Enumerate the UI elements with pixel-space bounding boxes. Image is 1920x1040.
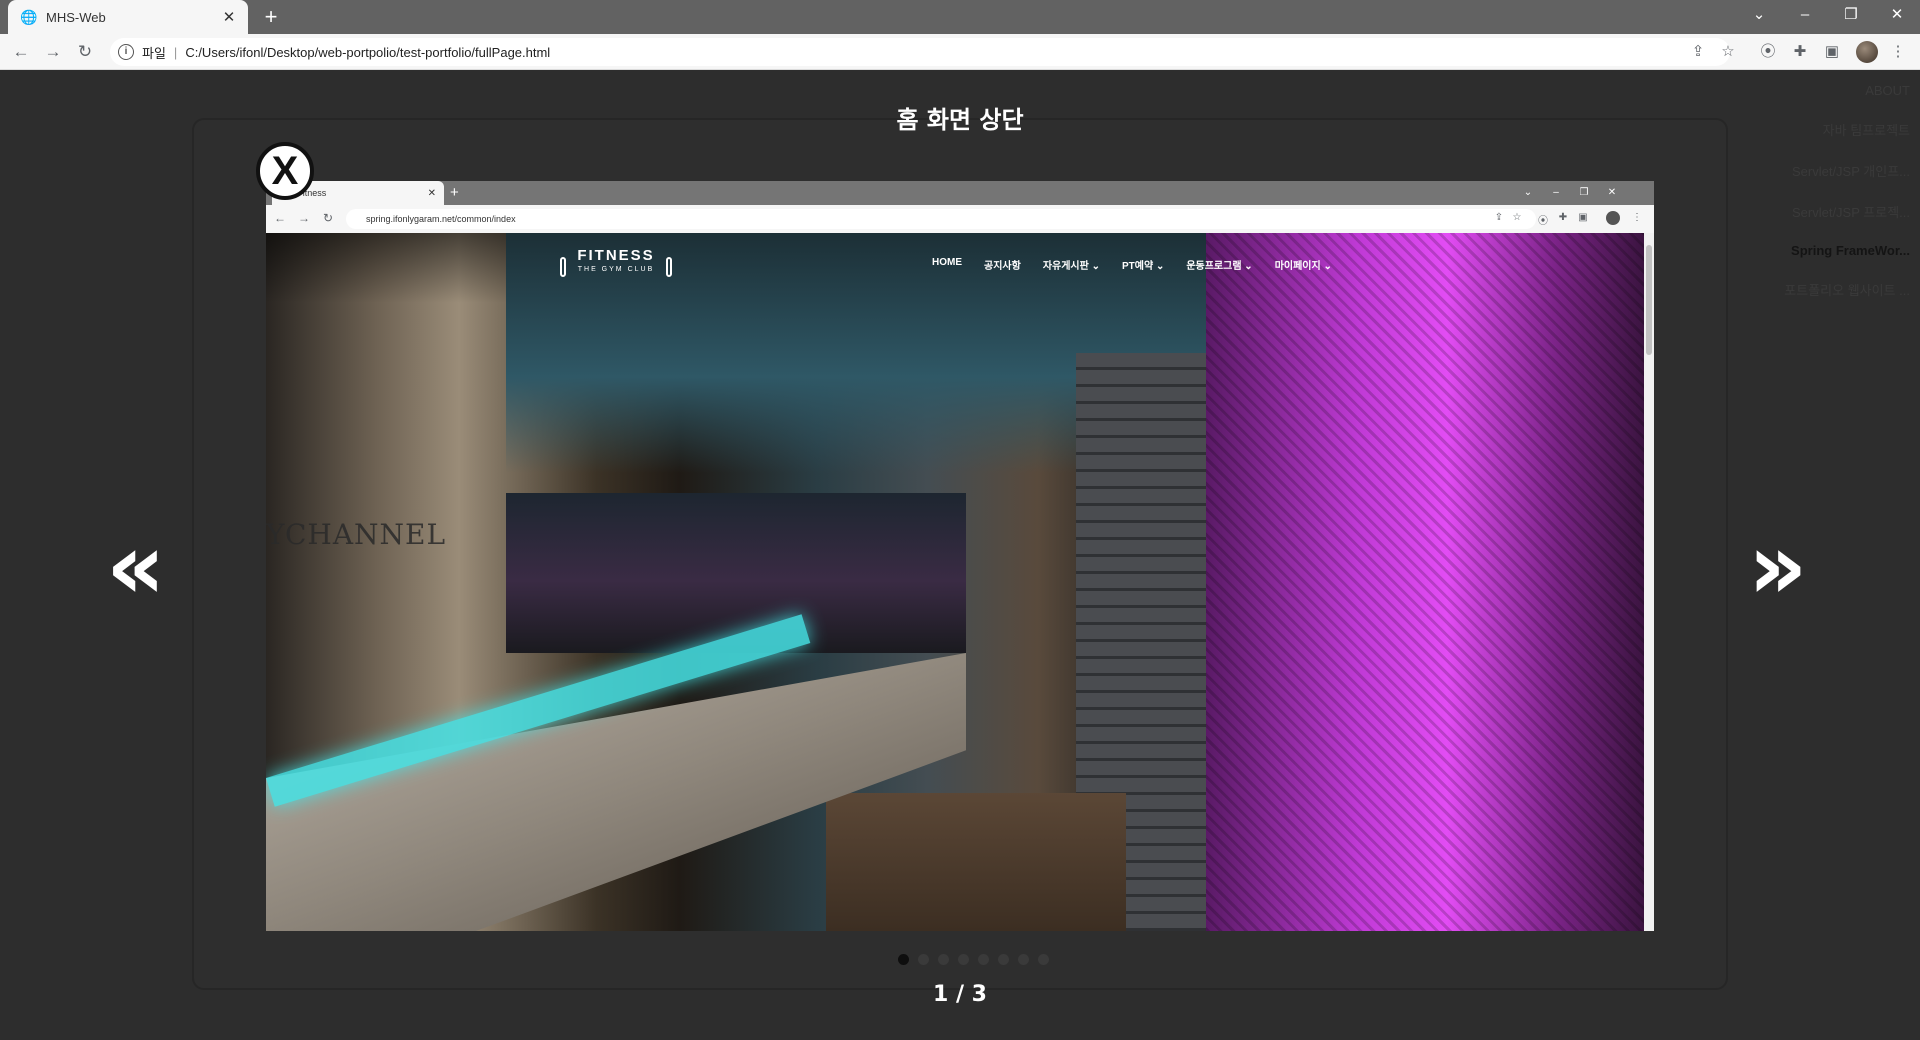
site-menu-board: 자유게시판 ⌄ [1042, 261, 1100, 272]
share-icon[interactable]: ⇪ [1688, 42, 1708, 62]
new-tab-button[interactable]: + [258, 4, 284, 30]
chevron-down-icon: ⌄ [1523, 187, 1533, 198]
reload-icon: ↻ [322, 211, 334, 225]
tab-search-icon[interactable]: ⌄ [1736, 0, 1782, 30]
minimize-button[interactable]: – [1782, 0, 1828, 30]
slide-dot[interactable] [978, 954, 989, 965]
slide-dot[interactable] [1018, 954, 1029, 965]
dumbbell-left-icon [560, 257, 566, 277]
page: ABOUT 자바 팀프로젝트 Servlet/JSP 개인프... Servlet/J… [0, 71, 1920, 1040]
slide-dot[interactable] [958, 954, 969, 965]
screenshot-scrollbar [1644, 233, 1654, 931]
site-menu-program: 운동프로그램 ⌄ [1186, 261, 1253, 272]
slide-dots [898, 954, 1049, 965]
address-url: C:/Users/ifonl/Desktop/web-portpolio/tes… [185, 44, 551, 60]
forward-icon[interactable]: → [40, 39, 66, 65]
site-menu-notice: 공지사항 [984, 261, 1021, 272]
section-nav-item[interactable]: Servlet/JSP 개인프... [1760, 161, 1910, 180]
site-menu-mypage: 마이페이지 ⌄ [1274, 261, 1332, 272]
close-tab-icon: ✕ [427, 187, 436, 199]
site-menu-home: HOME [932, 257, 962, 268]
globe-icon: 🌐 [20, 9, 38, 25]
next-slide-button[interactable]: » [1748, 521, 1807, 613]
tab-title: MHS-Web [46, 9, 106, 25]
info-icon[interactable]: i [118, 44, 134, 60]
profile-avatar [1606, 211, 1620, 225]
restore-button[interactable]: ❐ [1828, 0, 1874, 30]
slide-dot[interactable] [898, 954, 909, 965]
slide-image: 🌐 Fitness ✕ + ⌄ – ❐ ✕ ← → ↻ spring.ifonl… [266, 181, 1654, 931]
dumbbell-right-icon [666, 257, 672, 277]
star-icon: ☆ [1512, 212, 1522, 223]
section-nav-item[interactable]: Servlet/JSP 프로젝... [1760, 202, 1910, 221]
address-prefix: 파일 [142, 45, 166, 61]
site-logo-subtitle: THE GYM CLUB [577, 266, 655, 273]
extension-icon: ⦿ [1538, 216, 1548, 227]
section-nav-item[interactable]: ABOUT [1760, 83, 1910, 98]
site-menu: HOME 공지사항 자유게시판 ⌄ PT예약 ⌄ 운동프로그램 ⌄ 마이페이지 … [932, 257, 1332, 272]
scrollbar-thumb [1646, 245, 1652, 355]
close-modal-button[interactable]: X [256, 142, 314, 200]
site-logo: FITNESS THE GYM CLUB [556, 247, 676, 283]
section-nav-item[interactable]: Spring FrameWor... [1760, 243, 1910, 258]
close-window-button[interactable]: ✕ [1874, 0, 1920, 30]
hero-floor [826, 793, 1126, 931]
screenshot-toolbar: ← → ↻ spring.ifonlygaram.net/common/inde… [266, 205, 1654, 233]
hero-gym-area [506, 493, 966, 653]
address-separator: | [173, 44, 178, 60]
screenshot-tab-title: Fitness [297, 188, 327, 198]
back-icon[interactable]: ← [8, 39, 34, 65]
slide-dot[interactable] [1038, 954, 1049, 965]
prev-slide-button[interactable]: « [106, 521, 165, 613]
minimize-icon: – [1553, 187, 1559, 198]
restore-icon: ❐ [1579, 187, 1589, 198]
reload-icon[interactable]: ↻ [72, 39, 98, 65]
puzzle-icon[interactable]: ✚ [1790, 42, 1810, 62]
share-icon: ⇪ [1494, 212, 1504, 223]
browser-tab[interactable]: 🌐 MHS-Web ✕ [8, 0, 248, 34]
address-bar[interactable]: i 파일 | C:/Users/ifonl/Desktop/web-portpo… [110, 38, 1730, 66]
profile-avatar[interactable] [1856, 41, 1878, 63]
extension-icon[interactable]: ⦿ [1758, 42, 1778, 62]
site-logo-title: FITNESS [577, 247, 655, 264]
star-icon[interactable]: ☆ [1718, 42, 1738, 62]
slide-dot[interactable] [918, 954, 929, 965]
modal-title: 홈 화면 상단 [896, 106, 1024, 134]
site-menu-pt: PT예약 ⌄ [1121, 261, 1165, 272]
back-icon: ← [274, 211, 286, 225]
close-icon: ✕ [1607, 187, 1617, 198]
forward-icon: → [298, 211, 310, 225]
tab-strip: 🌐 MHS-Web ✕ + ⌄ – ❐ ✕ [0, 0, 1920, 34]
browser-toolbar: ← → ↻ i 파일 | C:/Users/ifonl/Desktop/web-… [0, 34, 1920, 70]
close-icon: X [271, 149, 299, 193]
close-tab-icon[interactable]: ✕ [220, 8, 238, 26]
screenshot-tab-strip: 🌐 Fitness ✕ + ⌄ – ❐ ✕ [266, 181, 1654, 205]
menu-icon[interactable]: ⋮ [1888, 42, 1908, 62]
slide-dot[interactable] [998, 954, 1009, 965]
slide-dot[interactable] [938, 954, 949, 965]
sidepanel-icon[interactable]: ▣ [1822, 42, 1842, 62]
fitness-site-hero: YCHANNEL FITNESS THE GYM CLUB HOME 공지사항 … [266, 233, 1644, 931]
menu-icon: ⋮ [1632, 212, 1642, 223]
screenshot-address-bar: spring.ifonlygaram.net/common/index [346, 209, 1536, 229]
hero-purple-panel [1206, 233, 1644, 931]
hero-wall-sign: YCHANNEL [266, 518, 447, 551]
section-nav-item[interactable]: 포트폴리오 웹사이트 ... [1760, 280, 1910, 299]
puzzle-icon: ✚ [1558, 212, 1568, 223]
slide-counter: 1 / 3 [933, 982, 987, 1007]
sidepanel-icon: ▣ [1578, 212, 1588, 223]
new-tab-icon: + [450, 184, 459, 201]
